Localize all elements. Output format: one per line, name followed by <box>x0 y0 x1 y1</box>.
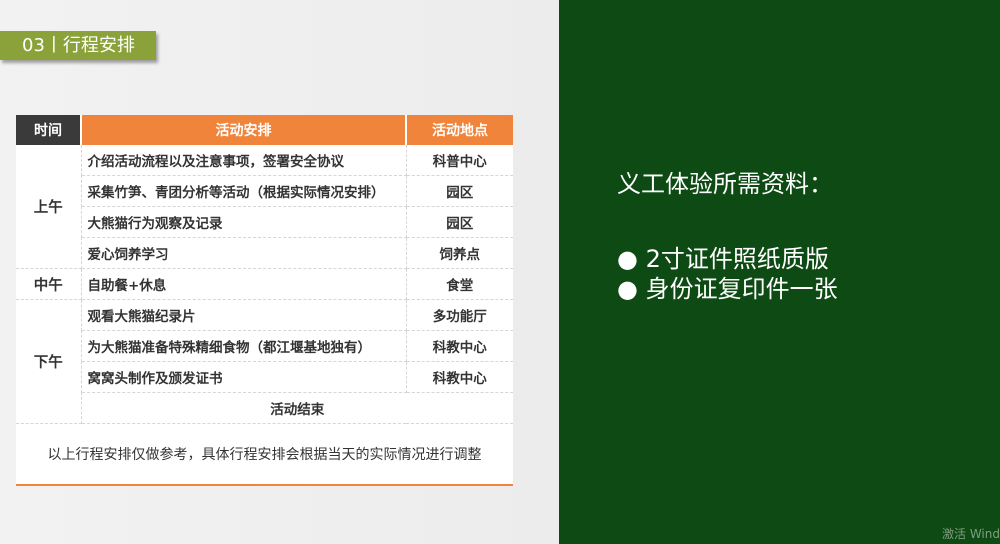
period-afternoon: 下午 <box>16 299 82 424</box>
schedule-table: 时间 活动安排 活动地点 上午 介绍活动流程以及注意事项，签署安全协议 科普中心… <box>16 115 513 486</box>
table-row: 中午 自助餐+休息 食堂 <box>16 268 513 300</box>
activity-cell: 爱心饲养学习 <box>81 237 407 269</box>
table-row: 采集竹笋、青团分析等活动（根据实际情况安排） 园区 <box>16 175 513 207</box>
location-cell: 科普中心 <box>406 145 513 176</box>
materials-title: 义工体验所需资料： <box>617 170 833 198</box>
period-morning: 上午 <box>16 145 82 269</box>
section-tag: 03丨行程安排 <box>0 31 156 60</box>
location-cell: 多功能厅 <box>406 299 513 331</box>
activity-cell: 窝窝头制作及颁发证书 <box>81 361 407 393</box>
table-header-row: 时间 活动安排 活动地点 <box>16 115 513 145</box>
activity-cell: 观看大熊猫纪录片 <box>81 299 407 331</box>
materials-item: ● 身份证复印件一张 <box>617 275 838 303</box>
table-row: 活动结束 <box>16 392 513 424</box>
activity-cell: 采集竹笋、青团分析等活动（根据实际情况安排） <box>81 175 407 207</box>
schedule-note: 以上行程安排仅做参考，具体行程安排会根据当天的实际情况进行调整 <box>16 423 513 486</box>
table-row: 上午 介绍活动流程以及注意事项，签署安全协议 科普中心 <box>16 145 513 269</box>
activity-cell: 大熊猫行为观察及记录 <box>81 206 407 238</box>
location-cell: 科教中心 <box>406 330 513 362</box>
header-location: 活动地点 <box>406 115 513 145</box>
period-noon: 中午 <box>16 268 82 300</box>
activity-cell: 自助餐+休息 <box>81 268 407 300</box>
materials-item: ● 2寸证件照纸质版 <box>617 245 829 273</box>
table-note-row: 以上行程安排仅做参考，具体行程安排会根据当天的实际情况进行调整 <box>16 423 513 486</box>
header-time: 时间 <box>16 115 81 145</box>
table-row: 下午 观看大熊猫纪录片 多功能厅 <box>16 299 513 424</box>
activation-watermark: 激活 Wind <box>942 527 1000 541</box>
table-row: 大熊猫行为观察及记录 园区 <box>16 206 513 238</box>
location-cell: 食堂 <box>406 268 513 300</box>
activity-cell: 介绍活动流程以及注意事项，签署安全协议 <box>81 145 407 176</box>
table-row: 为大熊猫准备特殊精细食物（都江堰基地独有） 科教中心 <box>16 330 513 362</box>
header-activity: 活动安排 <box>80 115 407 145</box>
activity-cell: 为大熊猫准备特殊精细食物（都江堰基地独有） <box>81 330 407 362</box>
table-row: 窝窝头制作及颁发证书 科教中心 <box>16 361 513 393</box>
location-cell: 园区 <box>406 206 513 238</box>
table-row: 爱心饲养学习 饲养点 <box>16 237 513 269</box>
location-cell: 科教中心 <box>406 361 513 393</box>
location-cell: 园区 <box>406 175 513 207</box>
location-cell: 饲养点 <box>406 237 513 269</box>
activity-end: 活动结束 <box>81 392 513 424</box>
materials-list: ● 2寸证件照纸质版 ● 身份证复印件一张 <box>617 244 838 304</box>
